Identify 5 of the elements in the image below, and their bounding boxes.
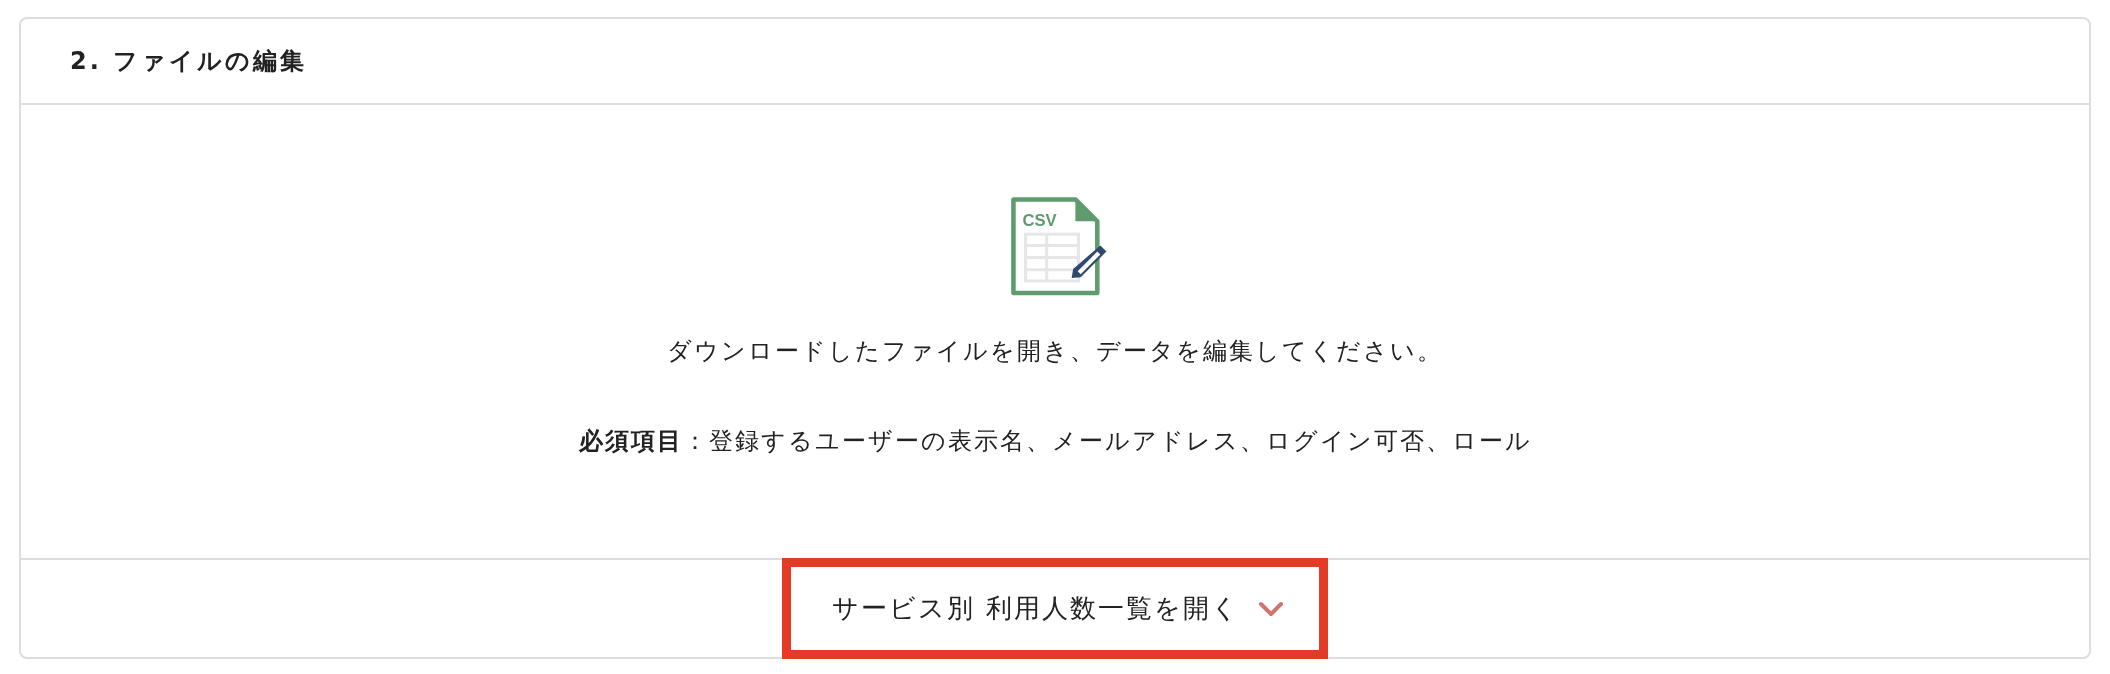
section-title: 2. ファイルの編集 [70,46,308,77]
instruction-text: ダウンロードしたファイルを開き、データを編集してください。 [667,336,1443,367]
chevron-icon [1257,600,1284,617]
required-fields-text: 必須項目：登録するユーザーの表示名、メールアドレス、ログイン可否、ロール [578,426,1532,457]
service-list-toggle[interactable]: サービス別 利用人数一覧を開く [782,558,1328,659]
